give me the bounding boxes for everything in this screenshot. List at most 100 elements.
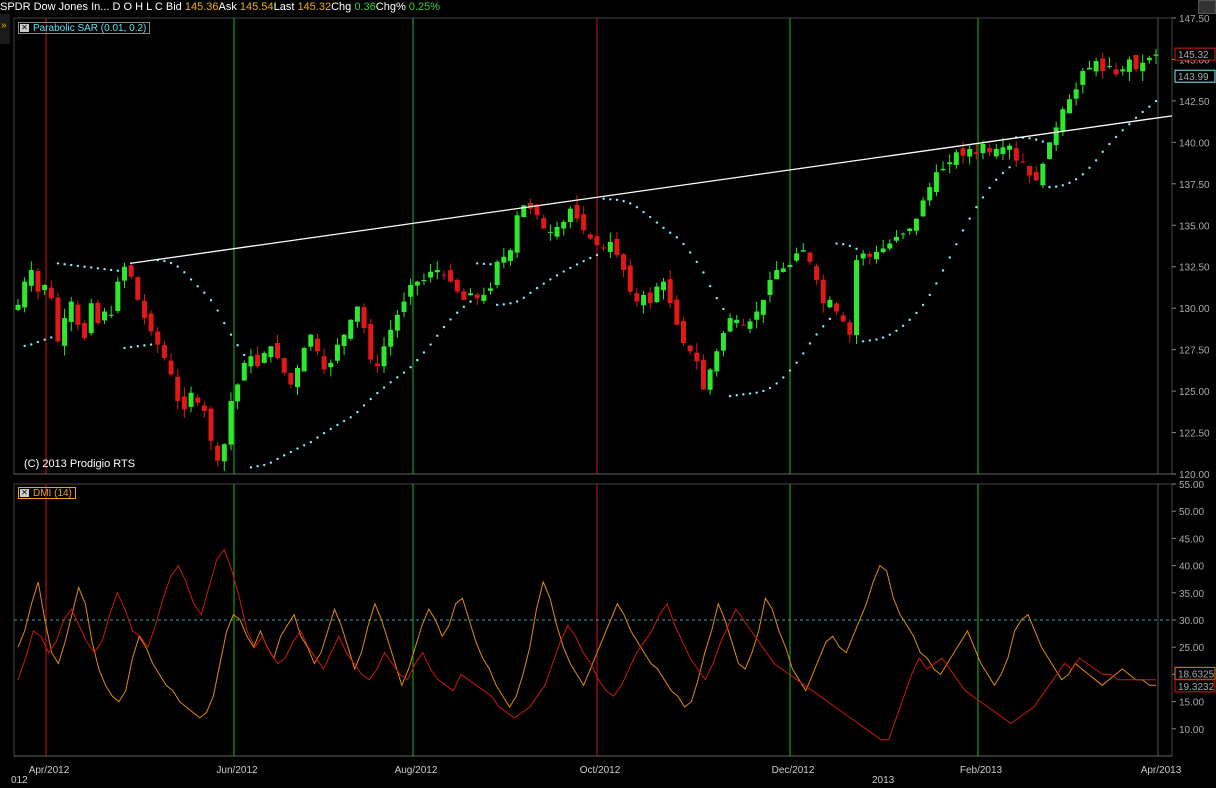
sar-dot	[429, 343, 432, 346]
sar-dot	[642, 211, 645, 214]
legend-dmi[interactable]: ✕ DMI (14)	[18, 487, 76, 499]
sar-dot	[1108, 142, 1111, 146]
candle-body	[947, 162, 953, 165]
candle-body	[1047, 142, 1053, 159]
candle-body	[454, 279, 460, 292]
sar-dot	[828, 317, 832, 321]
candle-body	[248, 356, 254, 367]
candle-body	[195, 397, 201, 403]
sar-dot	[1088, 166, 1091, 169]
close-icon[interactable]: ✕	[20, 24, 29, 32]
candle-body	[547, 231, 553, 233]
sar-dot	[515, 300, 519, 303]
sar-dot	[835, 242, 838, 245]
candle-body	[108, 314, 114, 316]
sar-dot	[389, 381, 392, 384]
candle-body	[1106, 66, 1112, 68]
sar-dot	[668, 231, 672, 234]
sar-dot	[908, 318, 911, 322]
candle-body	[501, 256, 507, 263]
price-y-tick-label: 127.50	[1179, 346, 1210, 357]
dmi-y-tick-label: 45.00	[1179, 534, 1204, 545]
sar-dot	[183, 271, 186, 274]
sar-dot	[609, 198, 612, 201]
candle-body	[993, 148, 999, 157]
candle-body	[1053, 127, 1059, 146]
candle-body	[368, 324, 374, 360]
sar-dot	[575, 263, 579, 266]
sar-dot	[589, 256, 592, 260]
sar-dot	[442, 325, 446, 329]
candle-body	[314, 338, 320, 352]
sar-dot	[1041, 140, 1045, 143]
sar-dot	[96, 267, 100, 270]
candle-body	[541, 218, 547, 229]
candle-body	[235, 384, 241, 402]
candle-body	[414, 281, 420, 286]
sar-dot	[143, 344, 146, 347]
sar-dot	[562, 270, 565, 273]
sar-dot	[289, 450, 293, 454]
dmi-y-tick-label: 50.00	[1179, 507, 1204, 518]
sar-dot	[356, 410, 359, 414]
sar-dot	[322, 431, 326, 435]
x-tick-label: Dec/2012	[772, 765, 815, 776]
candle-body	[614, 238, 620, 256]
x-tick-label: Jun/2012	[216, 765, 258, 776]
sar-dot	[895, 329, 898, 332]
candle-body	[860, 253, 866, 259]
trend-line	[129, 115, 1173, 265]
sar-dot	[915, 311, 918, 315]
dmi-plus-flag: 18.6325	[1178, 669, 1215, 680]
chart-canvas[interactable]: 147.50145.00142.50140.00137.50135.00132.…	[0, 0, 1216, 788]
sar-dot	[615, 198, 619, 202]
sar-dot	[30, 343, 33, 346]
sar-dot	[995, 178, 998, 181]
sar-dot	[762, 389, 765, 393]
sar-dot	[276, 457, 279, 461]
sar-dot	[163, 259, 166, 263]
sar-dot	[56, 262, 60, 265]
close-icon[interactable]: ✕	[20, 489, 29, 497]
candle-body	[647, 292, 653, 304]
sar-dot	[782, 376, 785, 379]
candle-body	[967, 148, 973, 157]
candle-body	[28, 270, 34, 286]
sar-dot	[602, 197, 605, 200]
price-y-tick-label: 122.50	[1179, 429, 1210, 440]
sar-dot	[376, 391, 379, 395]
candle-body	[188, 392, 194, 407]
sar-dot	[1048, 185, 1051, 189]
candle-body	[1120, 69, 1126, 72]
candle-body	[940, 168, 946, 171]
candle-body	[587, 234, 593, 239]
candle-body	[907, 228, 913, 232]
candle-body	[42, 284, 48, 291]
sar-dot	[1134, 116, 1138, 120]
candle-body	[607, 241, 613, 252]
legend-parabolic-sar[interactable]: ✕ Parabolic SAR (0.01, 0.2)	[18, 22, 151, 34]
sar-dot	[469, 300, 472, 303]
sar-dot	[422, 351, 426, 354]
sar-dot	[282, 454, 286, 457]
sar-dot	[1028, 137, 1031, 140]
sar-dot	[362, 404, 366, 407]
sar-dot	[502, 303, 506, 306]
candle-body	[1040, 163, 1046, 186]
candle-body	[22, 281, 28, 308]
sar-dot	[269, 461, 273, 464]
sar-dot	[708, 284, 712, 288]
sar-dot	[1141, 110, 1144, 114]
candle-body	[115, 281, 121, 311]
sar-dot	[861, 340, 865, 343]
candle-body	[774, 270, 780, 280]
candle-body	[714, 351, 720, 372]
price-y-tick-label: 125.00	[1179, 387, 1210, 398]
sar-dot	[649, 215, 652, 219]
sar-dot	[695, 260, 699, 264]
x-tick-label: Apr/2012	[29, 765, 70, 776]
sar-dot	[622, 199, 625, 203]
candle-body	[900, 233, 906, 235]
candle-body	[88, 303, 94, 334]
sar-dot	[555, 274, 559, 277]
